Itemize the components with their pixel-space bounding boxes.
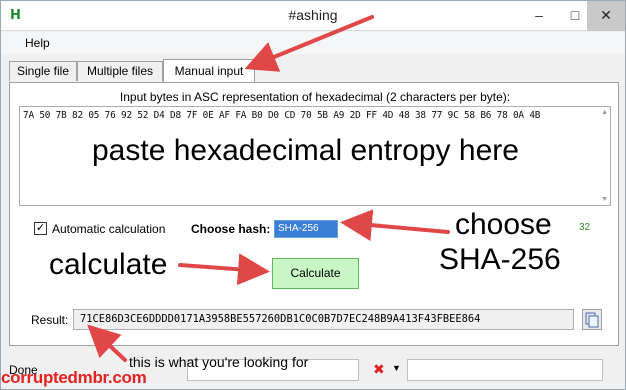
annotation-looking-for: this is what you're looking for [129, 354, 309, 370]
automatic-calculation-label: Automatic calculation [52, 222, 166, 236]
annotation-sha256: SHA-256 [439, 243, 561, 276]
status-info-box [407, 359, 603, 381]
menu-help[interactable]: Help [25, 36, 50, 50]
byte-count: 32 [579, 222, 591, 233]
cancel-icon[interactable]: ✖ [373, 361, 385, 378]
title-bar: H #ashing – □ ✕ [1, 1, 625, 31]
choose-hash-label: Choose hash: [191, 222, 271, 236]
copy-button[interactable] [582, 309, 602, 330]
minimize-button[interactable]: – [521, 1, 557, 31]
annotation-calculate: calculate [49, 248, 168, 281]
scroll-down-icon[interactable]: ▼ [601, 196, 608, 203]
annotation-choose: choose [455, 208, 552, 241]
dropdown-arrow-icon[interactable]: ▼ [392, 363, 401, 373]
menu-bar: Help [1, 32, 625, 54]
close-button[interactable]: ✕ [587, 1, 625, 31]
copy-icon [585, 312, 599, 328]
tab-single-file[interactable]: Single file [9, 61, 77, 81]
hex-input-value: 7A 50 7B 82 05 76 92 52 D4 D8 7F 0E AF F… [23, 110, 541, 121]
tab-manual-input[interactable]: Manual input [163, 59, 255, 82]
tab-multiple-files[interactable]: Multiple files [77, 61, 163, 81]
result-label: Result: [31, 313, 69, 327]
input-caption: Input bytes in ASC representation of hex… [119, 90, 511, 104]
annotation-paste: paste hexadecimal entropy here [92, 134, 519, 167]
scroll-up-icon[interactable]: ▲ [601, 109, 608, 116]
hash-select[interactable]: SHA-256 [274, 220, 338, 238]
watermark: corruptedmbr.com [1, 368, 147, 387]
result-field[interactable]: 71CE86D3CE6DDDD0171A3958BE557260DB1C0C0B… [73, 309, 574, 330]
calculate-button[interactable]: Calculate [272, 258, 359, 289]
automatic-calculation-checkbox[interactable]: ✓ [34, 222, 47, 235]
app-window: H #ashing – □ ✕ Help Single file Multipl… [0, 0, 626, 390]
